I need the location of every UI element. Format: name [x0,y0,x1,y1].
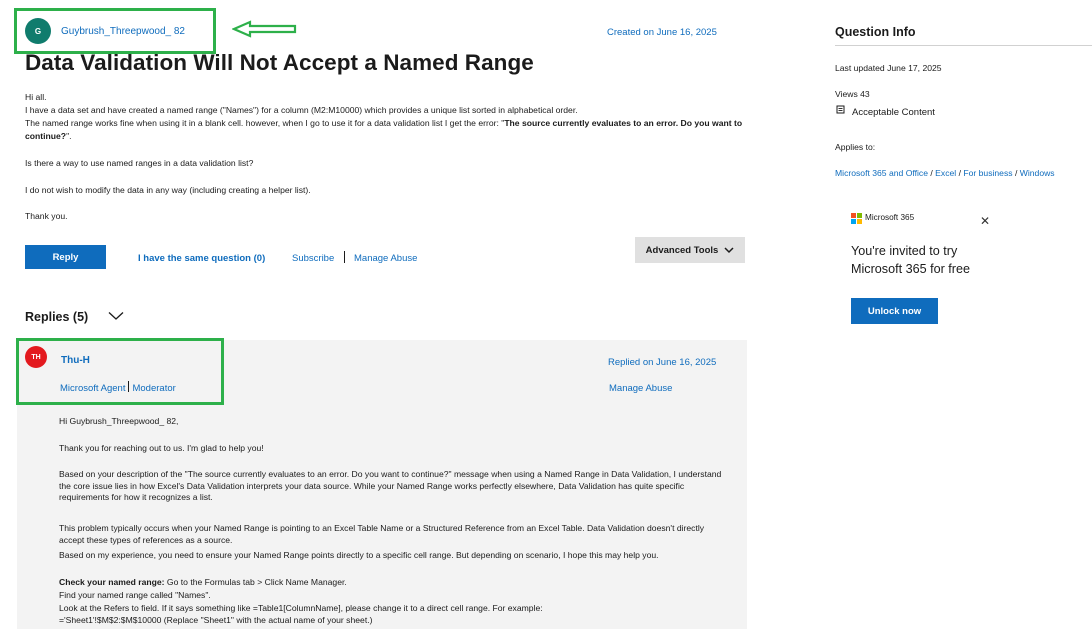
reply-para-2b: Based on my experience, you need to ensu… [59,550,659,560]
question-body-p4: Is there a way to use named ranges in a … [25,158,254,168]
reply-greeting: Hi Guybrush_Threepwood_ 82, [59,416,179,426]
question-title: Data Validation Will Not Accept a Named … [25,50,534,75]
question-body-p3: The named range works fine when using it… [25,118,743,141]
advanced-tools-button[interactable]: Advanced Tools [635,237,745,263]
content-flag-icon [836,105,845,114]
promo-brand: Microsoft 365 [865,213,915,222]
same-question-link[interactable]: I have the same question (0) [138,253,265,264]
reply-find: Find your named range called "Names". [59,590,211,600]
divider [344,251,345,263]
applies-to-label: Applies to: [835,142,876,152]
applies-to-list: Microsoft 365 and Office / Excel / For b… [835,168,1055,178]
reply-look: Look at the Refers to field. If it says … [59,603,543,625]
reply-avatar[interactable]: TH [25,346,47,368]
reply-author-role: Microsoft Agent Moderator [60,381,176,394]
applies-link-excel[interactable]: Excel [935,168,956,178]
reply-manage-abuse-link[interactable]: Manage Abuse [609,383,672,394]
microsoft-logo-icon [851,213,862,224]
applies-link-windows[interactable]: Windows [1020,168,1055,178]
reply-button[interactable]: Reply [25,245,106,269]
advanced-tools-label: Advanced Tools [645,244,719,256]
promo-line-1: You're invited to try [851,244,958,258]
applies-link-m365[interactable]: Microsoft 365 and Office [835,168,928,178]
reply-author-highlight-box [16,338,224,405]
close-icon[interactable]: ✕ [980,214,990,228]
last-updated: Last updated June 17, 2025 [835,63,942,73]
replied-date: Replied on June 16, 2025 [608,357,717,368]
role-agent: Microsoft Agent [60,383,126,394]
replies-header: Replies (5) [25,310,89,324]
divider [835,45,1092,46]
author-avatar[interactable]: G [25,18,51,44]
subscribe-link[interactable]: Subscribe [292,253,334,264]
question-info-title: Question Info [835,25,916,39]
promo-text: You're invited to try Microsoft 365 for … [851,242,970,278]
applies-link-business[interactable]: For business [963,168,1012,178]
question-body-p2: I have a data set and have created a nam… [25,105,578,115]
question-body-p6: Thank you. [25,211,68,221]
views-count: Views 43 [835,89,870,99]
annotation-arrow-icon [232,20,297,38]
question-body-p1: Hi all. [25,92,47,102]
reply-check: Check your named range: Go to the Formul… [59,577,347,587]
reply-thanks: Thank you for reaching out to us. I'm gl… [59,443,264,453]
reply-para-1: Based on your description of the "The so… [59,469,722,503]
role-moderator: Moderator [132,383,176,394]
reply-para-2a: This problem typically occurs when your … [59,523,705,545]
promo-line-2: Microsoft 365 for free [851,262,970,276]
author-name-link[interactable]: Guybrush_Threepwood_ 82 [61,26,185,37]
chevron-down-icon [724,246,734,253]
question-body-p5: I do not wish to modify the data in any … [25,185,311,195]
chevron-down-icon[interactable] [108,311,124,321]
unlock-now-button[interactable]: Unlock now [851,298,938,324]
reply-author-name[interactable]: Thu-H [61,355,90,366]
manage-abuse-link[interactable]: Manage Abuse [354,253,417,264]
created-date: Created on June 16, 2025 [607,27,717,38]
acceptable-content: Acceptable Content [852,107,935,118]
